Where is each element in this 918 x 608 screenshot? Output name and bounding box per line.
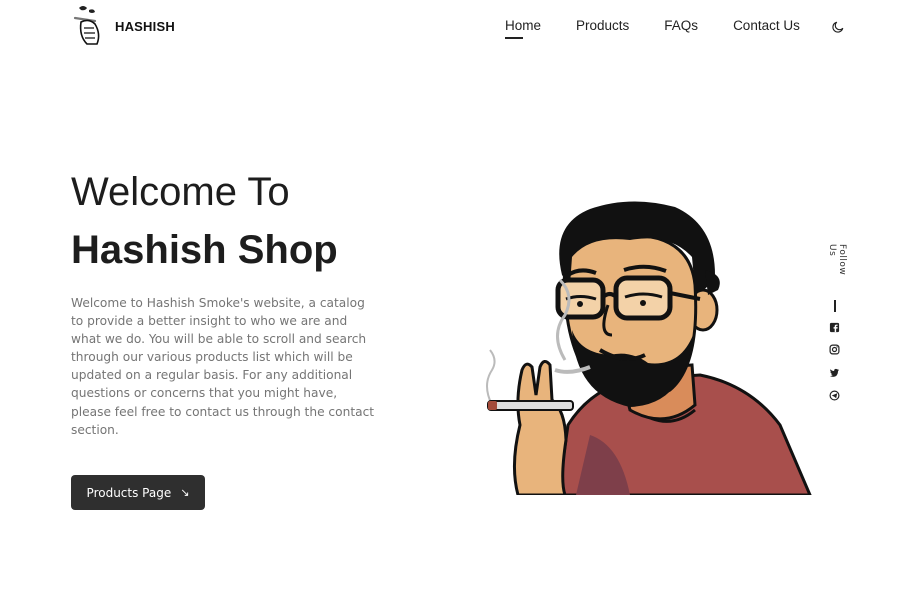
nav-faqs[interactable]: FAQs: [664, 18, 698, 39]
nav-contact-us[interactable]: Contact Us: [733, 18, 800, 39]
facebook-icon[interactable]: [829, 322, 840, 333]
logo[interactable]: HASHISH: [71, 4, 175, 48]
arrow-down-right-icon: ↘: [180, 486, 190, 499]
smoking-man-illustration: [486, 201, 812, 495]
hero-title-shop: Hashish Shop: [71, 228, 338, 272]
moon-icon[interactable]: [831, 20, 845, 34]
brand-name: HASHISH: [115, 18, 175, 34]
products-page-button[interactable]: Products Page ↘: [71, 475, 205, 510]
follow-us-label: Follow Us: [827, 244, 847, 276]
nav-products[interactable]: Products: [576, 18, 629, 39]
logo-smoking-hand-icon: [73, 6, 100, 45]
main-nav: Home Products FAQs Contact Us: [505, 18, 835, 39]
hero-description: Welcome to Hashish Smoke's website, a ca…: [71, 296, 375, 437]
nav-home[interactable]: Home: [505, 18, 541, 39]
products-page-button-label: Products Page: [86, 485, 172, 500]
hero-title-welcome: Welcome To: [71, 170, 290, 214]
follow-divider: [834, 300, 836, 312]
twitter-icon[interactable]: [829, 367, 840, 378]
instagram-icon[interactable]: [829, 344, 840, 355]
hero-section: Welcome To Hashish Shop Welcome to Hashi…: [71, 167, 381, 439]
site-header: HASHISH Home Products FAQs Contact Us: [0, 0, 918, 56]
telegram-icon[interactable]: [829, 390, 840, 401]
